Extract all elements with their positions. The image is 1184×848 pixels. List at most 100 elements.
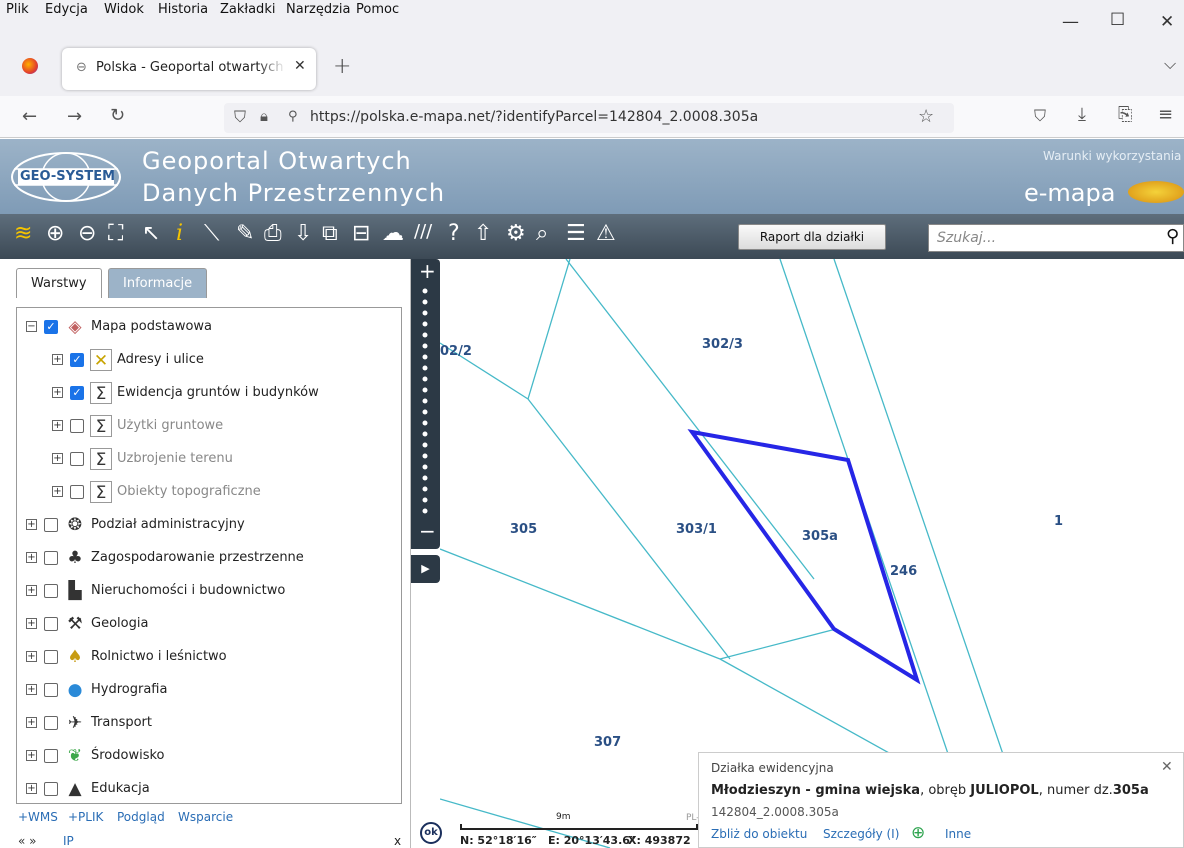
- terms-link[interactable]: Warunki wykorzystania: [1043, 149, 1181, 163]
- pointer-icon[interactable]: ↖: [142, 221, 160, 246]
- zoom-level-dot[interactable]: [422, 354, 428, 360]
- e-mapa-brand[interactable]: e-mapa: [1024, 179, 1115, 207]
- layer-row[interactable]: + Σ Obiekty topograficzne: [52, 479, 261, 505]
- popup-close-icon[interactable]: ✕: [1161, 759, 1173, 775]
- pocket-icon[interactable]: ⛉: [1034, 106, 1046, 126]
- back-icon[interactable]: ←: [22, 106, 37, 127]
- expand-icon[interactable]: +: [26, 618, 37, 629]
- layer-row[interactable]: + ⚒ Geologia: [26, 611, 148, 637]
- annotation-icon[interactable]: ☁: [382, 221, 404, 246]
- layer-checkbox[interactable]: [70, 451, 84, 466]
- layer-row[interactable]: − ✓ ◈ Mapa podstawowa: [26, 314, 212, 340]
- layer-row[interactable]: + ● Hydrografia: [26, 677, 167, 703]
- expand-icon[interactable]: +: [26, 651, 37, 662]
- expand-icon[interactable]: +: [52, 387, 63, 398]
- bookmark-star-icon[interactable]: ☆: [918, 106, 934, 127]
- upload-icon[interactable]: ⇧: [474, 221, 492, 246]
- layer-checkbox[interactable]: [44, 517, 58, 532]
- zoom-minus-icon[interactable]: −: [419, 519, 436, 543]
- expand-icon[interactable]: +: [26, 684, 37, 695]
- zoom-level-dot[interactable]: [422, 376, 428, 382]
- layer-row[interactable]: + ✓ Σ Ewidencja gruntów i budynków: [52, 380, 319, 406]
- measure-distance-icon[interactable]: ⟍: [204, 221, 219, 246]
- url-bar[interactable]: ⛉ 🔒︎ ⚲ https://polska.e-mapa.net/?identi…: [224, 103, 954, 133]
- zoom-level-dot[interactable]: [422, 508, 428, 514]
- zoom-level-dot[interactable]: [422, 420, 428, 426]
- zoom-level-dot[interactable]: [422, 453, 428, 459]
- expand-icon[interactable]: +: [52, 354, 63, 365]
- warning-icon[interactable]: ⚠: [596, 221, 616, 246]
- zoom-level-dot[interactable]: [422, 486, 428, 492]
- menu-plik[interactable]: Plik: [6, 2, 29, 17]
- layer-row[interactable]: + ❦ Środowisko: [26, 743, 165, 769]
- menu-edycja[interactable]: Edycja: [45, 2, 88, 17]
- minimize-icon[interactable]: —: [1062, 12, 1079, 32]
- layer-checkbox[interactable]: [44, 649, 58, 664]
- menu-narzedzia[interactable]: Narzędzia: [286, 2, 351, 17]
- maximize-icon[interactable]: ☐: [1110, 10, 1125, 30]
- ip-link[interactable]: IP: [63, 834, 74, 848]
- close-window-icon[interactable]: ✕: [1160, 12, 1174, 32]
- expand-icon[interactable]: +: [52, 453, 63, 464]
- layer-row[interactable]: + ♠ Rolnictwo i leśnictwo: [26, 644, 227, 670]
- layer-checkbox[interactable]: ✓: [44, 319, 58, 334]
- parcel-report-button[interactable]: Raport dla działki: [738, 224, 886, 250]
- layer-row[interactable]: + ✈ Transport: [26, 710, 152, 736]
- download-icon[interactable]: ⤓: [1078, 104, 1086, 125]
- zoom-level-dot[interactable]: [422, 398, 428, 404]
- export-icon[interactable]: ⇩: [294, 221, 312, 246]
- layer-checkbox[interactable]: [70, 484, 84, 499]
- zoom-level-dot[interactable]: [422, 332, 428, 338]
- tabs-dropdown-icon[interactable]: ⌵: [1164, 54, 1176, 74]
- add-wms-link[interactable]: +WMS: [18, 810, 58, 824]
- hamburger-menu-icon[interactable]: ≡: [1158, 104, 1173, 125]
- zoom-level-dot[interactable]: [422, 475, 428, 481]
- layer-row[interactable]: + ▙ Nieruchomości i budownictwo: [26, 578, 285, 604]
- layer-checkbox[interactable]: [44, 616, 58, 631]
- layer-checkbox[interactable]: [70, 418, 84, 433]
- layer-row[interactable]: + ▲ Edukacja: [26, 776, 150, 802]
- zoom-extent-icon[interactable]: ⛶: [108, 221, 123, 246]
- tab-warstwy[interactable]: Warstwy: [16, 268, 102, 298]
- menu-historia[interactable]: Historia: [158, 2, 208, 17]
- tab-geoportal[interactable]: ⊖ Polska - Geoportal otwartych da ✕: [62, 48, 316, 90]
- zoom-slider[interactable]: + −: [411, 259, 440, 549]
- plus-circle-icon[interactable]: ⊕: [911, 823, 925, 843]
- layer-checkbox[interactable]: ✓: [70, 352, 84, 367]
- history-nav[interactable]: « »: [18, 834, 37, 848]
- expand-icon[interactable]: +: [52, 486, 63, 497]
- layer-row[interactable]: + ❂ Podział administracyjny: [26, 512, 245, 538]
- layer-row[interactable]: + ♣ Zagospodarowanie przestrzenne: [26, 545, 304, 571]
- expand-icon[interactable]: +: [52, 420, 63, 431]
- expand-panel-button[interactable]: ▶: [411, 555, 440, 583]
- zoom-level-dot[interactable]: [422, 387, 428, 393]
- layer-checkbox[interactable]: [44, 682, 58, 697]
- search-input[interactable]: Szukaj...: [928, 224, 1184, 252]
- forward-icon[interactable]: →: [67, 106, 82, 127]
- other-link[interactable]: Inne: [945, 827, 971, 841]
- copy-icon[interactable]: ⧉: [322, 221, 338, 246]
- expand-icon[interactable]: +: [26, 750, 37, 761]
- zoom-level-dot[interactable]: [422, 365, 428, 371]
- expand-icon[interactable]: −: [26, 321, 37, 332]
- zoom-level-dot[interactable]: [422, 497, 428, 503]
- layer-checkbox[interactable]: [44, 550, 58, 565]
- ok-button[interactable]: ok: [420, 822, 442, 844]
- settings-icon[interactable]: ⚙: [506, 221, 526, 246]
- compare-icon[interactable]: ⊟: [352, 221, 370, 246]
- tab-close-icon[interactable]: ✕: [294, 58, 306, 74]
- details-link[interactable]: Szczegóły (I): [823, 827, 899, 841]
- layer-checkbox[interactable]: ✓: [70, 385, 84, 400]
- measure-area-icon[interactable]: ✎: [236, 221, 254, 246]
- zoom-plus-icon[interactable]: +: [419, 259, 436, 283]
- tab-informacje[interactable]: Informacje: [108, 268, 208, 298]
- layers-icon[interactable]: ≋: [14, 221, 32, 246]
- layer-row[interactable]: + Σ Użytki gruntowe: [52, 413, 223, 439]
- reload-icon[interactable]: ↻: [110, 105, 125, 126]
- search-icon[interactable]: ⚲: [1166, 226, 1179, 247]
- share-icon[interactable]: ⎘: [1118, 104, 1132, 125]
- info-icon[interactable]: i: [176, 221, 183, 246]
- zoom-level-dot[interactable]: [422, 299, 428, 305]
- zoom-in-icon[interactable]: ⊕: [46, 221, 64, 246]
- zoom-level-dot[interactable]: [422, 442, 428, 448]
